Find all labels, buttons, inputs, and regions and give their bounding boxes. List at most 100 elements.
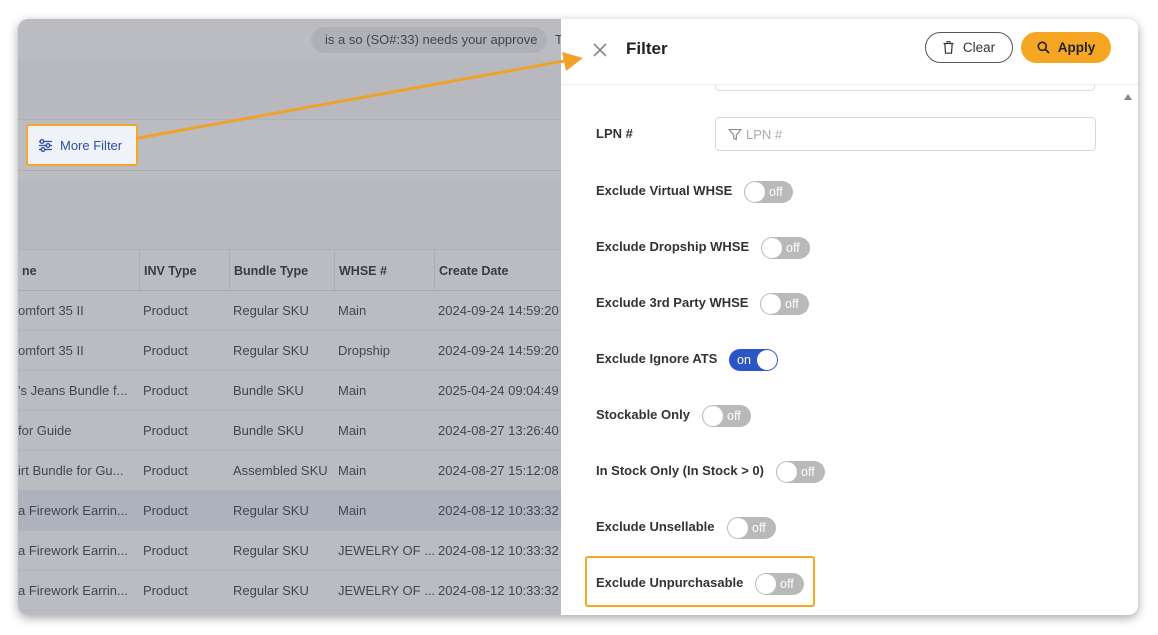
close-icon[interactable] [591, 41, 609, 59]
toggle-label: Exclude 3rd Party WHSE [596, 295, 749, 310]
apply-label: Apply [1057, 40, 1096, 55]
toggle-knob [703, 406, 723, 426]
cell-inv-type: Product [143, 303, 188, 318]
column-header-whse[interactable]: WHSE # [334, 250, 434, 290]
top-bar: is a so (SO#:33) needs your approve T [18, 19, 561, 59]
column-header-name[interactable]: ne [18, 250, 139, 290]
table-header: ne INV Type Bundle Type WHSE # Create Da… [18, 249, 561, 291]
cell-bundle-type: Assembled SKU [233, 463, 328, 478]
table-row[interactable]: omfort 35 II Product Regular SKU Dropship 20… [18, 331, 561, 371]
inventory-table: ne INV Type Bundle Type WHSE # Create Da… [18, 249, 561, 611]
column-header-create-date[interactable]: Create Date [434, 250, 561, 290]
cell-bundle-type: Bundle SKU [233, 383, 304, 398]
sliders-icon [39, 138, 52, 152]
toggle-knob [745, 182, 765, 202]
cell-inv-type: Product [143, 423, 188, 438]
app-window: is a so (SO#:33) needs your approve T ne… [18, 19, 1138, 615]
column-header-bundle-type[interactable]: Bundle Type [229, 250, 334, 290]
caret-up-icon[interactable] [1123, 93, 1133, 101]
cell-name: a Firework Earrin... [18, 503, 128, 518]
cell-create-date: 2024-09-24 14:59:20 [438, 303, 559, 318]
table-row[interactable]: a Firework Earrin... Product Regular SKU Ma… [18, 491, 561, 531]
cell-whse: Main [338, 303, 367, 318]
toggle-state: off [727, 409, 741, 423]
cell-whse: Main [338, 463, 367, 478]
table-row[interactable]: for Guide Product Bundle SKU Main 2024-08-27… [18, 411, 561, 451]
apply-button[interactable]: Apply [1021, 32, 1111, 63]
table-row[interactable]: irt Bundle for Gu... Product Assembled SKU… [18, 451, 561, 491]
cell-bundle-type: Regular SKU [233, 583, 309, 598]
cell-whse: JEWELRY OF ... [338, 543, 434, 558]
toolbar-band [18, 179, 561, 249]
cell-bundle-type: Regular SKU [233, 303, 309, 318]
toggle-label: In Stock Only (In Stock > 0) [596, 463, 764, 478]
cell-whse: Dropship [338, 343, 391, 358]
toggle-label: Exclude Ignore ATS [596, 351, 718, 366]
cell-name: a Firework Earrin... [18, 583, 128, 598]
cell-create-date: 2024-08-12 10:33:32 [438, 503, 559, 518]
clear-button[interactable]: Clear [925, 32, 1013, 63]
cell-inv-type: Product [143, 583, 188, 598]
filter-drawer: Filter Clear Apply LPN # LPN # Exclude V… [561, 19, 1138, 615]
table-row[interactable]: a Firework Earrin... Product Regular SKU JE… [18, 571, 561, 611]
cell-bundle-type: Bundle SKU [233, 423, 304, 438]
cell-create-date: 2024-08-12 10:33:32 [438, 583, 559, 598]
toggle-switch[interactable]: off [761, 237, 810, 259]
toggle-switch[interactable]: on [729, 349, 778, 371]
cell-bundle-type: Regular SKU [233, 503, 309, 518]
highlight-exclude-unpurchasable [585, 556, 815, 607]
drawer-header: Filter Clear Apply [561, 19, 1138, 85]
toggle-state: off [769, 185, 783, 199]
toggle-label: Exclude Unsellable [596, 519, 715, 534]
toggle-state: on [737, 353, 751, 367]
toggle-knob [757, 350, 777, 370]
search-icon [1037, 41, 1050, 54]
toggle-switch[interactable]: off [727, 517, 776, 539]
table-row[interactable]: 's Jeans Bundle f... Product Bundle SKU Mai… [18, 371, 561, 411]
toggle-switch[interactable]: off [744, 181, 793, 203]
notification-banner[interactable]: is a so (SO#:33) needs your approve [311, 27, 548, 53]
cell-bundle-type: Regular SKU [233, 343, 309, 358]
cell-name: for Guide [18, 423, 72, 438]
toggle-knob [762, 238, 782, 258]
toggle-switch[interactable]: off [760, 293, 809, 315]
cell-inv-type: Product [143, 543, 188, 558]
toggle-state: off [801, 465, 815, 479]
cell-create-date: 2024-08-27 15:12:08 [438, 463, 559, 478]
more-filter-label: More Filter [60, 137, 123, 153]
cell-whse: Main [338, 503, 367, 518]
toggle-knob [777, 462, 797, 482]
cell-inv-type: Product [143, 383, 188, 398]
cell-name: irt Bundle for Gu... [18, 463, 124, 478]
toggle-state: off [785, 297, 799, 311]
cell-create-date: 2025-04-24 09:04:49 [438, 383, 559, 398]
cell-create-date: 2024-08-27 13:26:40 [438, 423, 559, 438]
toggle-state: off [786, 241, 800, 255]
table-row[interactable]: a Firework Earrin... Product Regular SKU JE… [18, 531, 561, 571]
lpn-input[interactable]: LPN # [715, 117, 1096, 151]
notification-text: is a so (SO#:33) needs your approve [325, 32, 538, 47]
cell-whse: Main [338, 423, 367, 438]
cell-create-date: 2024-09-24 14:59:20 [438, 343, 559, 358]
cell-whse: Main [338, 383, 367, 398]
cell-name: 's Jeans Bundle f... [18, 383, 128, 398]
lpn-label: LPN # [596, 126, 633, 141]
more-filter-button[interactable]: More Filter [26, 124, 138, 166]
clear-label: Clear [962, 40, 996, 55]
column-header-inv-type[interactable]: INV Type [139, 250, 229, 290]
table-row[interactable]: omfort 35 II Product Regular SKU Main 2024-0… [18, 291, 561, 331]
cell-name: omfort 35 II [18, 343, 84, 358]
toggle-knob [728, 518, 748, 538]
toggle-label: Exclude Dropship WHSE [596, 239, 750, 254]
cell-name: a Firework Earrin... [18, 543, 128, 558]
table-body: omfort 35 II Product Regular SKU Main 2024-0… [18, 291, 561, 611]
cell-bundle-type: Regular SKU [233, 543, 309, 558]
page-header-band [18, 59, 561, 119]
toggle-switch[interactable]: off [776, 461, 825, 483]
lpn-placeholder: LPN # [746, 126, 783, 142]
cell-whse: JEWELRY OF ... [338, 583, 434, 598]
toggle-switch[interactable]: off [702, 405, 751, 427]
cell-name: omfort 35 II [18, 303, 84, 318]
cell-inv-type: Product [143, 503, 188, 518]
trash-icon [943, 41, 954, 54]
